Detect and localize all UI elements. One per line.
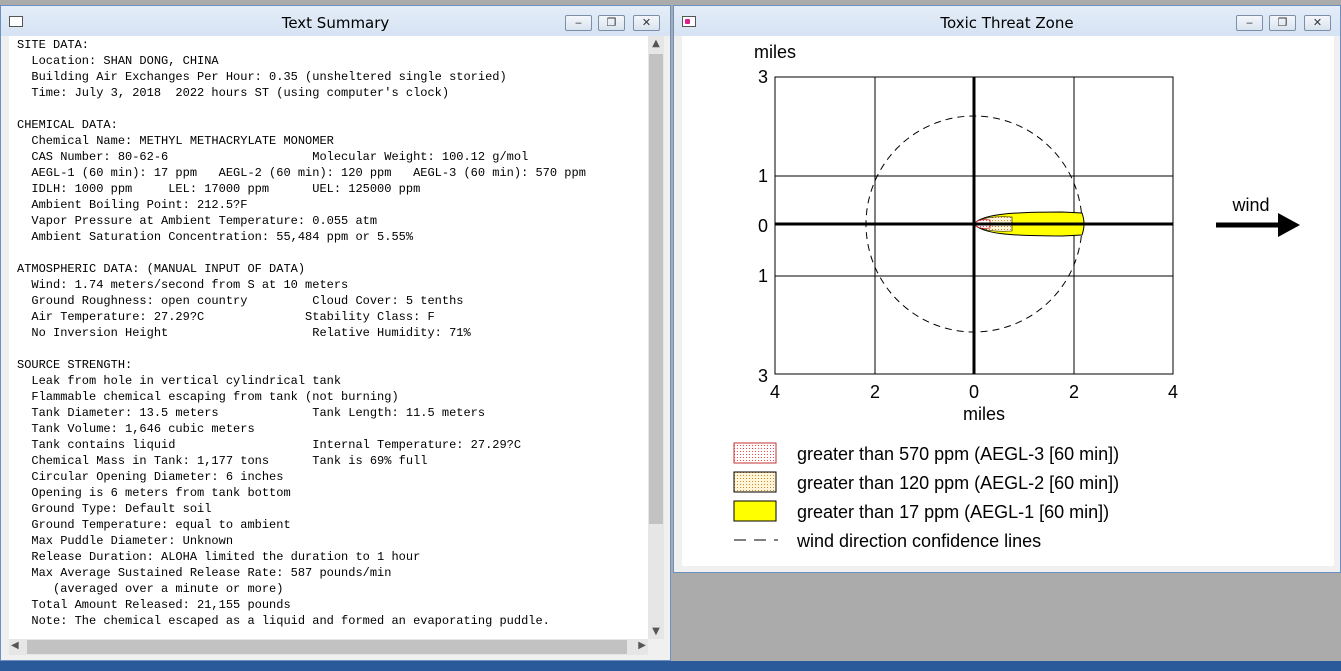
wind-arrowhead-icon xyxy=(1278,213,1300,237)
y-tick-label: 3 xyxy=(758,67,768,87)
zone-plot-area: miles miles 3 1 0 1 3 4 2 0 2 4 wind greater tha… xyxy=(682,36,1334,566)
summary-text: SITE DATA: Location: SHAN DONG, CHINA Bu… xyxy=(17,38,586,628)
text-summary-titlebar[interactable]: Text Summary ‒ ❐ ✕ xyxy=(1,6,670,36)
text-summary-content[interactable]: SITE DATA: Location: SHAN DONG, CHINA Bu… xyxy=(9,36,648,639)
horizontal-scrollbar[interactable]: ◀ ▶ xyxy=(9,639,648,655)
x-tick-label: 4 xyxy=(1168,382,1178,402)
legend-swatch xyxy=(733,442,777,464)
y-tick-label: 3 xyxy=(758,366,768,386)
x-axis-label: miles xyxy=(963,404,1005,424)
legend-swatch xyxy=(733,471,777,493)
threat-zone-plot: miles miles 3 1 0 1 3 4 2 0 2 4 wind greater tha… xyxy=(733,42,1300,551)
vertical-scroll-thumb[interactable] xyxy=(649,54,663,524)
x-tick-label: 2 xyxy=(1069,382,1079,402)
x-tick-label: 0 xyxy=(969,382,979,402)
scroll-down-icon[interactable]: ▼ xyxy=(648,626,664,637)
text-summary-window: Text Summary ‒ ❐ ✕ SITE DATA: Location: … xyxy=(0,5,671,661)
legend: greater than 570 ppm (AEGL-3 [60 min]) gr… xyxy=(733,442,1119,551)
vertical-scrollbar[interactable]: ▲ ▼ xyxy=(648,36,664,639)
y-tick-label: 1 xyxy=(758,266,768,286)
scroll-left-icon[interactable]: ◀ xyxy=(11,640,19,651)
legend-label: greater than 570 ppm (AEGL-3 [60 min]) xyxy=(797,444,1119,464)
taskbar xyxy=(0,661,1341,671)
legend-label: wind direction confidence lines xyxy=(796,531,1041,551)
minimize-button[interactable]: ‒ xyxy=(565,15,592,31)
close-button[interactable]: ✕ xyxy=(1304,15,1331,31)
wind-label: wind xyxy=(1231,195,1269,215)
restore-button[interactable]: ❐ xyxy=(1269,15,1296,31)
restore-button[interactable]: ❐ xyxy=(598,15,625,31)
y-axis-label: miles xyxy=(754,42,796,62)
horizontal-scroll-thumb[interactable] xyxy=(27,640,627,654)
legend-label: greater than 17 ppm (AEGL-1 [60 min]) xyxy=(797,502,1109,522)
x-tick-label: 4 xyxy=(770,382,780,402)
close-button[interactable]: ✕ xyxy=(633,15,660,31)
scroll-right-icon[interactable]: ▶ xyxy=(638,640,646,651)
legend-label: greater than 120 ppm (AEGL-2 [60 min]) xyxy=(797,473,1119,493)
x-tick-labels: 4 2 0 2 4 xyxy=(770,382,1178,402)
toxic-threat-zone-window: Toxic Threat Zone ‒ ❐ ✕ miles miles 3 1 … xyxy=(673,5,1341,573)
y-tick-label: 1 xyxy=(758,166,768,186)
y-tick-labels: 3 1 0 1 3 xyxy=(758,67,768,386)
minimize-button[interactable]: ‒ xyxy=(1236,15,1263,31)
x-tick-label: 2 xyxy=(870,382,880,402)
scroll-up-icon[interactable]: ▲ xyxy=(648,38,664,49)
y-tick-label: 0 xyxy=(758,216,768,236)
zone-titlebar[interactable]: Toxic Threat Zone ‒ ❐ ✕ xyxy=(674,6,1340,36)
legend-swatch xyxy=(733,500,777,522)
